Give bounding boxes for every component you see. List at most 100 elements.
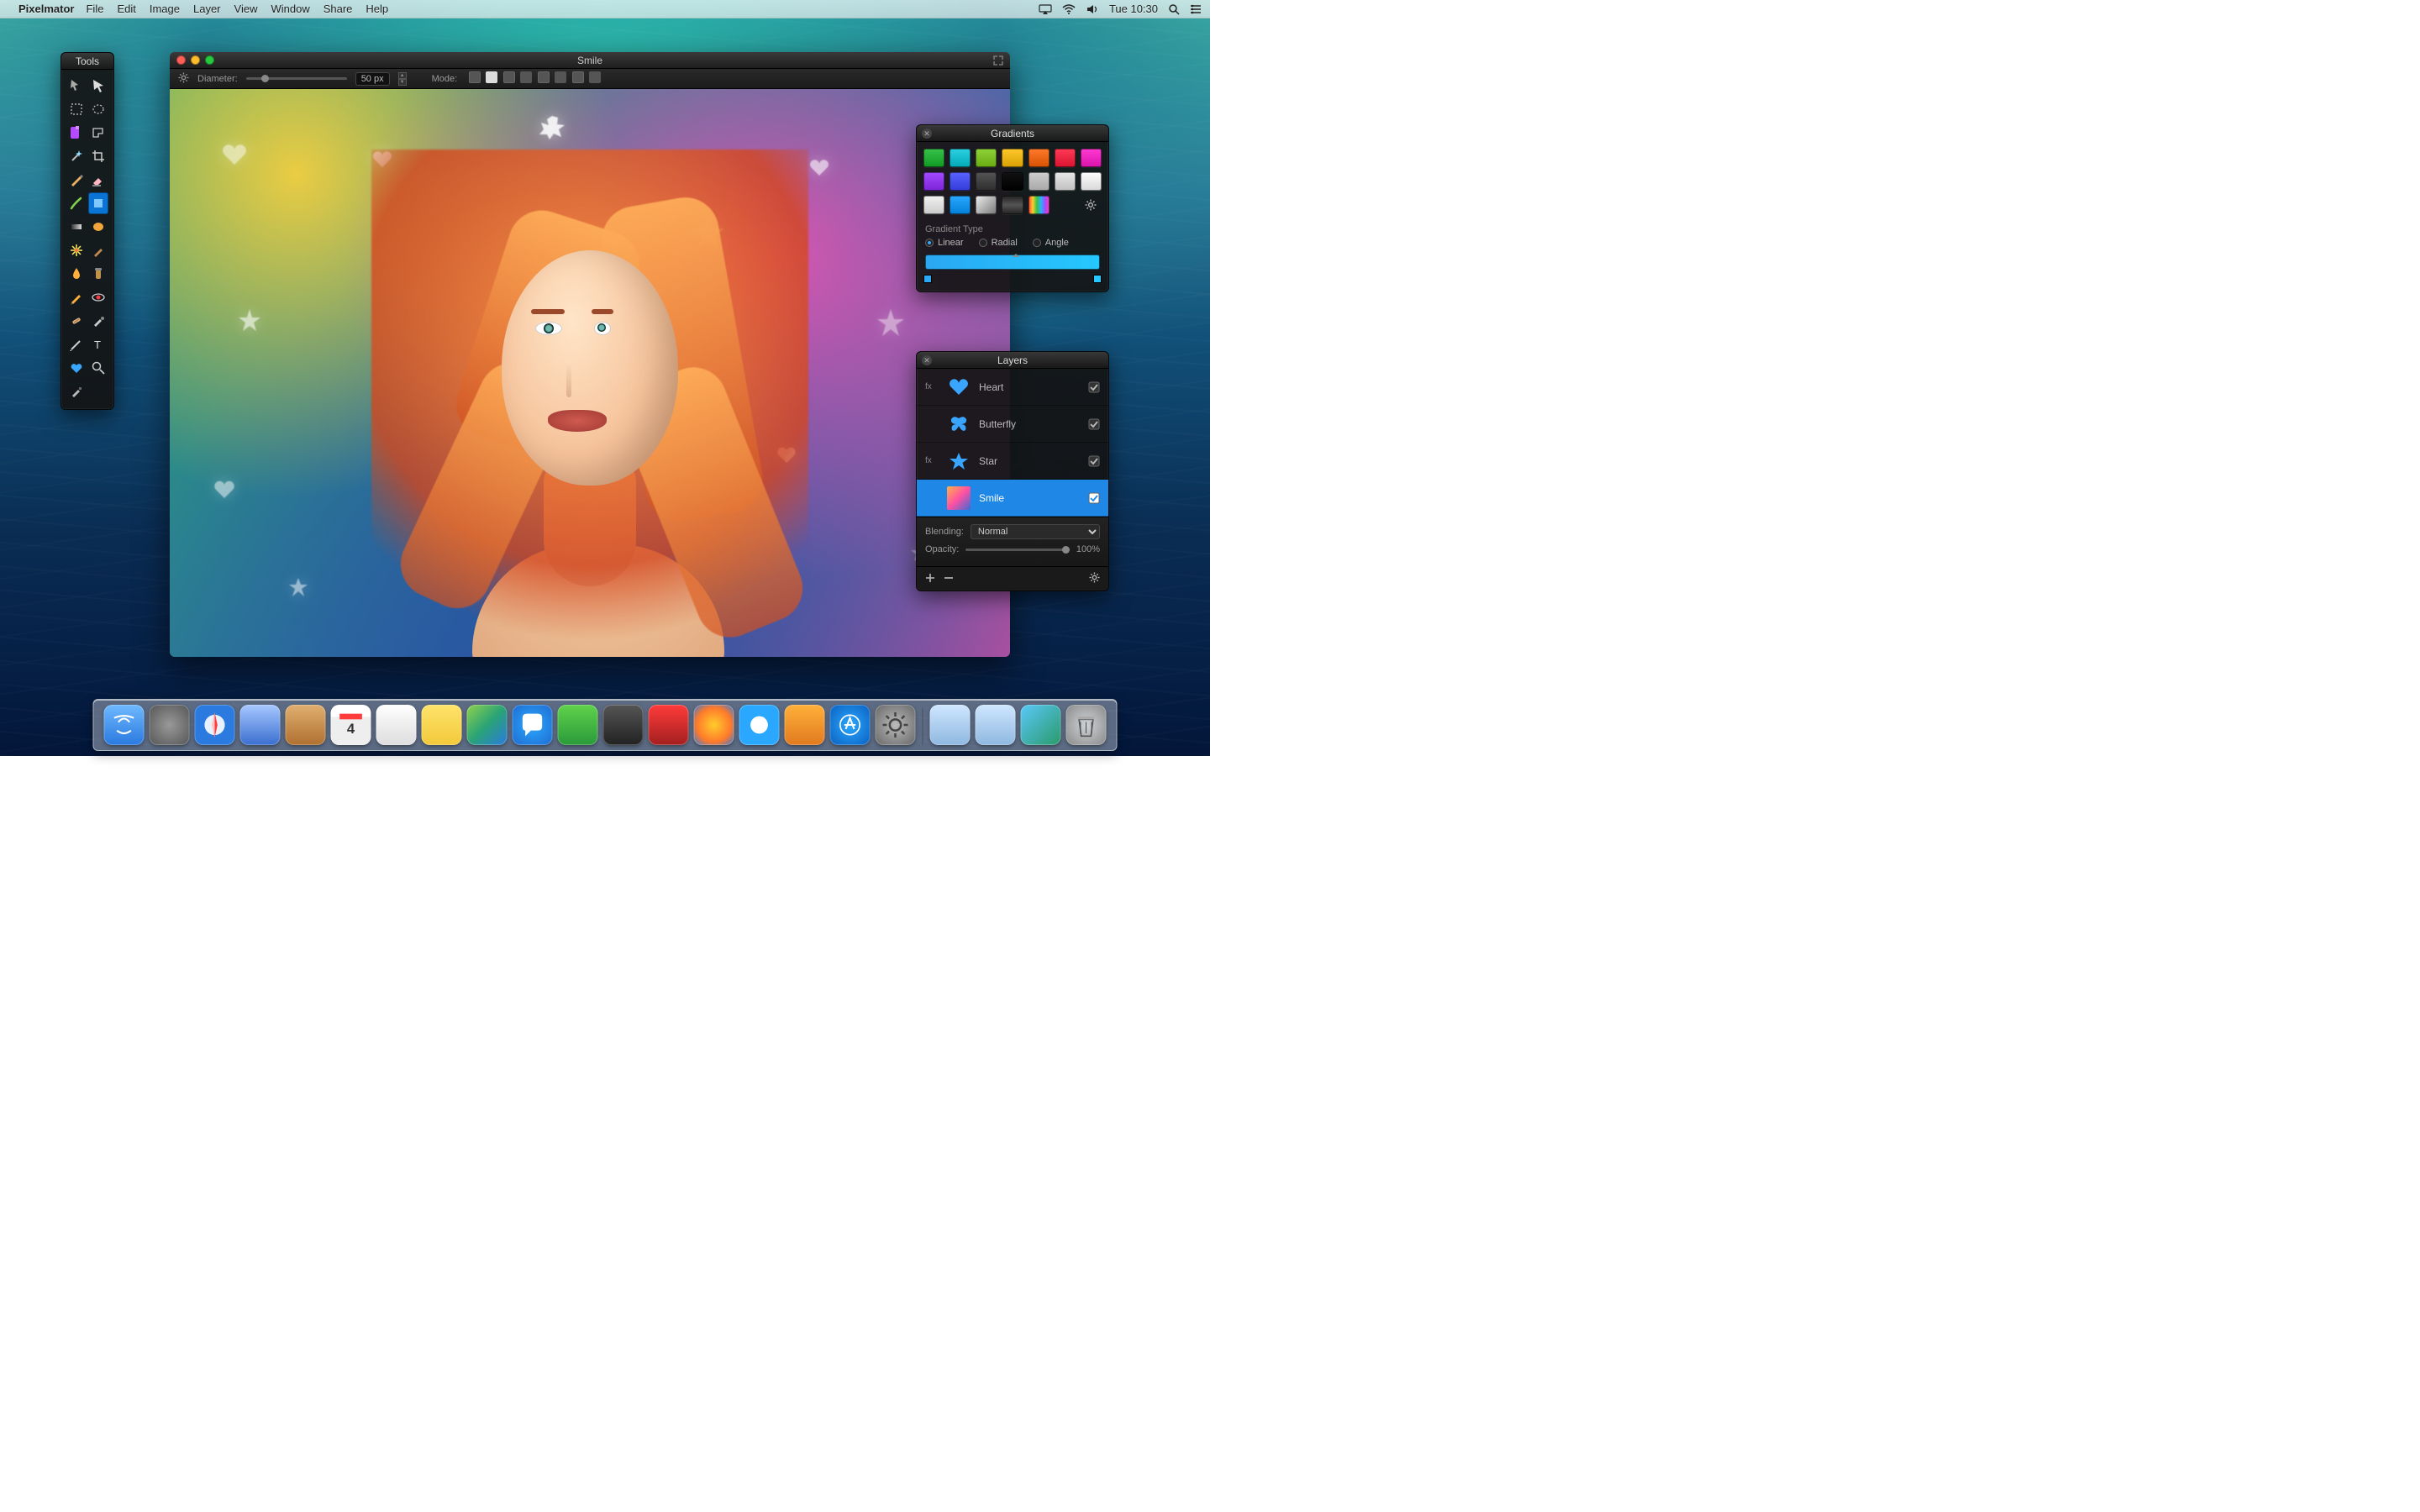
opacity-slider[interactable] [965, 549, 1070, 551]
dock-trash[interactable] [1066, 705, 1107, 745]
brush-tool[interactable] [66, 192, 87, 214]
gradient-type-radial[interactable]: Radial [979, 238, 1018, 248]
sharpen-tool[interactable] [66, 239, 87, 261]
dock-downloads[interactable] [976, 705, 1016, 745]
slice-tool[interactable] [66, 333, 87, 355]
shape-mode-group[interactable] [466, 71, 601, 86]
dock-ibooks[interactable] [785, 705, 825, 745]
canvas[interactable] [170, 89, 1010, 657]
dock-messages[interactable] [513, 705, 553, 745]
gradient-swatch[interactable] [1028, 149, 1050, 167]
gradient-swatch[interactable] [976, 196, 997, 214]
gradient-swatch[interactable] [950, 149, 971, 167]
layer-row[interactable]: Butterfly [917, 406, 1108, 443]
eraser-tool[interactable] [88, 169, 108, 191]
dock-maps[interactable] [467, 705, 508, 745]
pen-tool[interactable] [66, 169, 87, 191]
dock-safari[interactable] [195, 705, 235, 745]
gradient-swatch[interactable] [1055, 149, 1076, 167]
ellipse-select-tool[interactable] [88, 98, 108, 120]
gradients-title[interactable]: Gradients [991, 128, 1034, 139]
zoom-tool[interactable] [88, 357, 108, 379]
gradient-swatch[interactable] [1028, 172, 1050, 191]
gradient-swatch[interactable] [1081, 149, 1102, 167]
menu-window[interactable]: Window [271, 3, 309, 15]
dock-preferences[interactable] [876, 705, 916, 745]
dock-facetime[interactable] [558, 705, 598, 745]
magic-wand-tool[interactable] [66, 145, 87, 167]
smudge-tool[interactable] [88, 239, 108, 261]
layer-row[interactable]: Smile [917, 480, 1108, 517]
app-name[interactable]: Pixelmator [18, 3, 74, 15]
dock-pictures[interactable] [1021, 705, 1061, 745]
gradient-swatch[interactable] [950, 196, 971, 214]
gradient-swatch[interactable] [923, 196, 944, 214]
gradient-preview[interactable] [925, 255, 1100, 270]
close-icon[interactable]: ✕ [922, 355, 932, 365]
lasso-tool[interactable] [66, 122, 87, 144]
layer-visibility-checkbox[interactable] [1088, 418, 1100, 430]
gradient-stop-right[interactable] [1093, 275, 1102, 283]
window-minimize-button[interactable] [191, 55, 200, 65]
diameter-value[interactable]: 50 px [355, 72, 390, 86]
text-tool[interactable]: T [88, 333, 108, 355]
remove-layer-button[interactable] [944, 573, 954, 585]
gradient-swatch[interactable] [923, 149, 944, 167]
layer-options-gear-icon[interactable] [1089, 572, 1100, 585]
dock-notes[interactable] [422, 705, 462, 745]
close-icon[interactable]: ✕ [922, 129, 932, 139]
layer-visibility-checkbox[interactable] [1088, 381, 1100, 393]
airplay-icon[interactable] [1039, 4, 1052, 14]
gradient-stop-left[interactable] [923, 275, 932, 283]
volume-icon[interactable] [1086, 4, 1099, 14]
blur-tool[interactable] [88, 216, 108, 238]
dock-appstore[interactable] [830, 705, 871, 745]
gradient-presets-gear-icon[interactable] [1081, 196, 1102, 214]
dock-finder[interactable] [104, 705, 145, 745]
dock-photos[interactable] [649, 705, 689, 745]
shape-tool[interactable] [88, 192, 108, 214]
menu-help[interactable]: Help [366, 3, 388, 15]
layer-visibility-checkbox[interactable] [1088, 492, 1100, 504]
gear-icon[interactable] [178, 72, 189, 86]
window-zoom-button[interactable] [205, 55, 214, 65]
blending-select[interactable]: Normal [971, 524, 1100, 539]
pencil-tool[interactable] [66, 286, 87, 308]
heal-tool[interactable] [66, 310, 87, 332]
notification-center-icon[interactable] [1190, 4, 1202, 14]
crop-tool[interactable] [88, 145, 108, 167]
gradient-swatch[interactable] [950, 172, 971, 191]
dock-documents[interactable] [930, 705, 971, 745]
gradient-swatch[interactable] [923, 172, 944, 191]
gradient-swatch[interactable] [1028, 196, 1050, 214]
gradient-tool[interactable] [66, 216, 87, 238]
menu-edit[interactable]: Edit [117, 3, 135, 15]
dock-iphoto[interactable] [694, 705, 734, 745]
window-close-button[interactable] [176, 55, 186, 65]
dock-mail[interactable] [240, 705, 281, 745]
menu-layer[interactable]: Layer [193, 3, 221, 15]
heart-tool[interactable] [66, 357, 87, 379]
menu-file[interactable]: File [86, 3, 103, 15]
dock-reminders[interactable] [376, 705, 417, 745]
diameter-slider[interactable] [246, 77, 347, 80]
clone-tool[interactable] [88, 263, 108, 285]
gradient-swatch[interactable] [1002, 172, 1023, 191]
gradient-type-angle[interactable]: Angle [1033, 238, 1069, 248]
tools-title[interactable]: Tools [61, 53, 113, 70]
wifi-icon[interactable] [1062, 4, 1076, 14]
dock-itunes[interactable] [739, 705, 780, 745]
layer-row[interactable]: fxStar [917, 443, 1108, 480]
gradient-swatch[interactable] [1002, 196, 1023, 214]
menu-view[interactable]: View [234, 3, 258, 15]
gradient-swatch[interactable] [1002, 149, 1023, 167]
layer-visibility-checkbox[interactable] [1088, 455, 1100, 467]
polygon-lasso-tool[interactable] [88, 122, 108, 144]
gradient-swatch[interactable] [1055, 172, 1076, 191]
dock-launchpad[interactable] [150, 705, 190, 745]
hand-tool[interactable] [66, 381, 87, 402]
menu-share[interactable]: Share [324, 3, 353, 15]
dock-calendar[interactable]: 4 [331, 705, 371, 745]
transform-tool[interactable] [88, 75, 108, 97]
dock-photobooth[interactable] [603, 705, 644, 745]
